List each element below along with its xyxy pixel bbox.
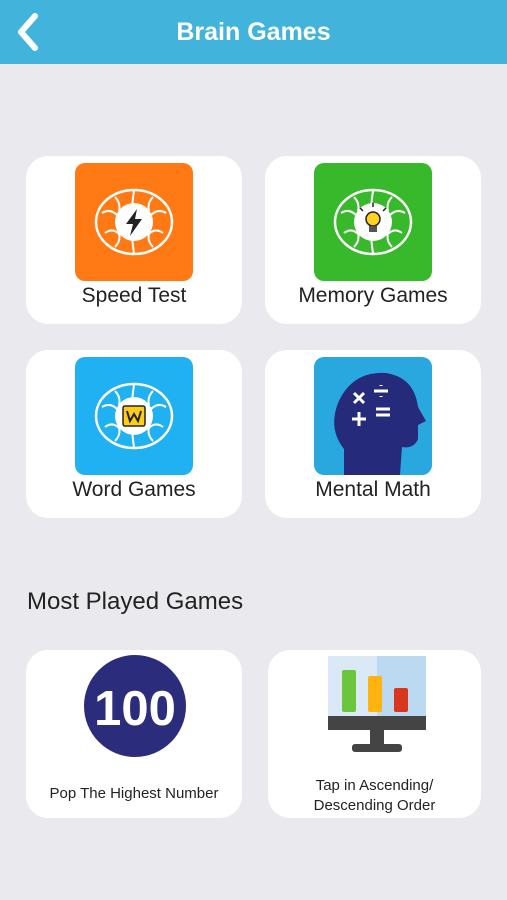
bar-chart-monitor-icon xyxy=(328,656,426,752)
lightbulb-brain-icon xyxy=(314,163,432,281)
category-label: Word Games xyxy=(72,478,196,501)
category-word-games[interactable]: Word Games xyxy=(26,350,242,518)
lightning-brain-icon xyxy=(75,163,193,281)
category-speed-test[interactable]: Speed Test xyxy=(26,156,242,324)
game-pop-highest-number[interactable]: 100 Pop The Highest Number xyxy=(26,650,242,818)
game-tap-ascending-descending[interactable]: Tap in Ascending/ Descending Order xyxy=(268,650,481,818)
word-tile-brain-icon xyxy=(75,357,193,475)
game-label-line2: Descending Order xyxy=(313,797,436,814)
number-circle-icon: 100 xyxy=(84,655,186,757)
category-memory-games[interactable]: Memory Games xyxy=(265,156,481,324)
number-icon-text: 100 xyxy=(94,682,176,736)
page-title: Brain Games xyxy=(176,18,331,46)
category-label: Memory Games xyxy=(298,284,448,307)
game-label-line1: Tap in Ascending/ xyxy=(315,777,434,794)
app-header: Brain Games xyxy=(0,0,507,64)
game-label: Pop The Highest Number xyxy=(49,785,219,802)
category-label: Speed Test xyxy=(81,284,187,307)
math-head-icon xyxy=(314,357,432,475)
section-title: Most Played Games xyxy=(27,588,244,615)
category-label: Mental Math xyxy=(315,478,431,501)
category-mental-math[interactable]: Mental Math xyxy=(265,350,481,518)
